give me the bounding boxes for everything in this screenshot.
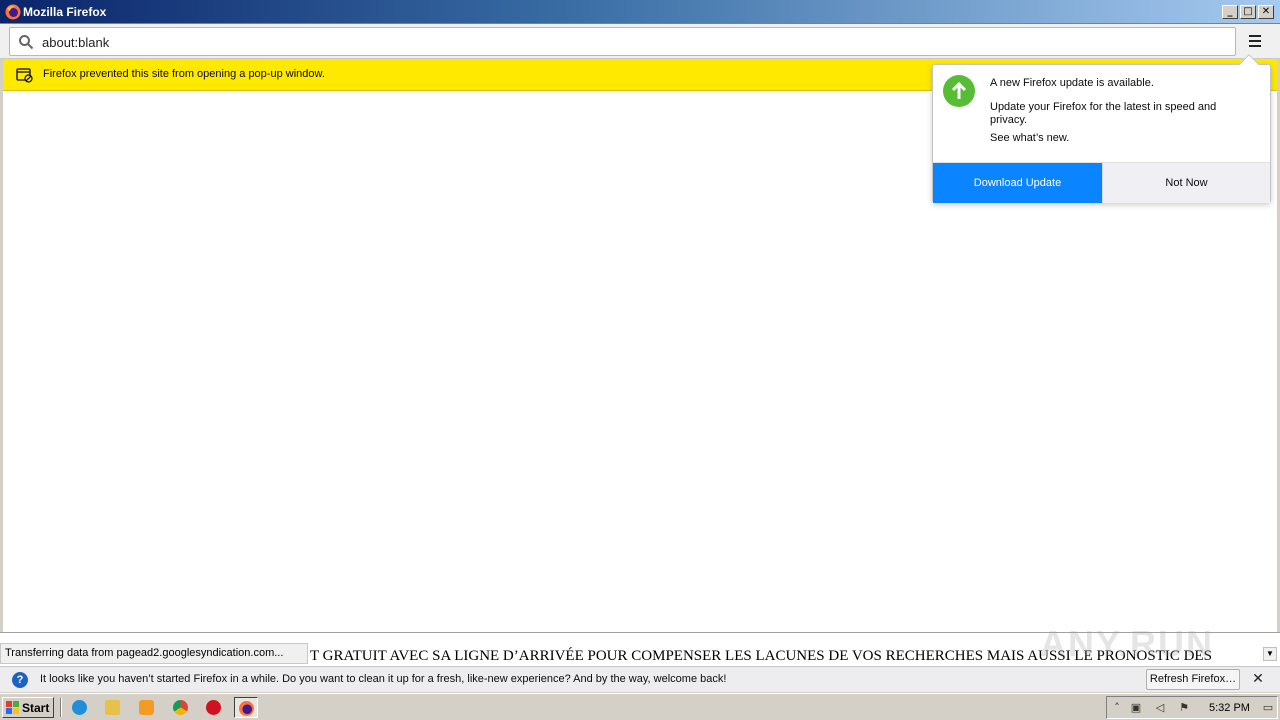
- refresh-firefox-bar: ? It looks like you haven’t started Fire…: [0, 666, 1280, 692]
- explorer-folder-icon[interactable]: [101, 697, 125, 718]
- doorhanger-buttons: Download Update Not Now: [933, 162, 1270, 203]
- action-center-flag-icon[interactable]: ⚑: [1177, 701, 1191, 715]
- window-titlebar: Mozilla Firefox _ □ ✕: [0, 0, 1280, 24]
- volume-icon[interactable]: ◁: [1153, 701, 1167, 715]
- start-label: Start: [22, 701, 50, 715]
- show-hidden-icons-icon[interactable]: ˄: [1110, 701, 1124, 715]
- url-bar[interactable]: [9, 27, 1236, 56]
- chrome-icon[interactable]: [169, 697, 193, 718]
- system-tray: ˄ ▣ ◁ ⚑ 5:32 PM ▭: [1106, 696, 1278, 719]
- update-description: Update your Firefox for the latest in sp…: [990, 101, 1217, 126]
- search-icon: [19, 35, 34, 50]
- refresh-message: It looks like you haven’t started Firefo…: [40, 673, 727, 685]
- popup-blocked-message: Firefox prevented this site from opening…: [43, 68, 325, 80]
- popup-blocked-icon: [16, 68, 33, 83]
- firefox-logo-icon: [5, 4, 21, 20]
- scroll-down-icon[interactable]: ▼: [1263, 647, 1277, 661]
- refresh-firefox-button[interactable]: Refresh Firefox…: [1146, 669, 1240, 690]
- close-button[interactable]: ✕: [1258, 5, 1274, 19]
- navigation-toolbar: [0, 24, 1280, 59]
- minimize-button[interactable]: _: [1222, 5, 1238, 19]
- windows-flag-icon: [6, 701, 19, 714]
- update-doorhanger: A new Firefox update is available. Updat…: [932, 54, 1271, 203]
- media-player-icon[interactable]: [135, 697, 159, 718]
- close-icon[interactable]: ✕: [1250, 671, 1266, 687]
- taskbar: Start ˄ ▣ ◁ ⚑ 5:32 PM ▭: [0, 693, 1280, 720]
- page-bottom-area: T GRATUIT AVEC SA LIGNE D’ARRIVÉE POUR C…: [0, 623, 1280, 666]
- clock[interactable]: 5:32 PM: [1209, 702, 1250, 714]
- download-update-button[interactable]: Download Update: [933, 163, 1102, 203]
- internet-explorer-icon[interactable]: [68, 697, 92, 718]
- whats-new-link[interactable]: See what’s new.: [990, 132, 1069, 144]
- update-title: A new Firefox update is available.: [990, 77, 1154, 89]
- status-panel: Transferring data from pagead2.googlesyn…: [0, 643, 308, 664]
- anyrun-watermark: ANY.RUN: [1040, 623, 1215, 664]
- start-button[interactable]: Start: [2, 697, 54, 718]
- hamburger-menu-icon[interactable]: [1244, 32, 1266, 52]
- not-now-button[interactable]: Not Now: [1102, 163, 1270, 203]
- url-input[interactable]: [42, 32, 1222, 52]
- maximize-button[interactable]: □: [1240, 5, 1256, 19]
- update-arrow-icon: [943, 75, 975, 107]
- taskbar-divider: [60, 698, 62, 717]
- opera-icon[interactable]: [202, 697, 226, 718]
- show-desktop-icon[interactable]: ▭: [1261, 701, 1275, 715]
- window-controls: _ □ ✕: [1222, 5, 1274, 19]
- window-title: Mozilla Firefox: [23, 5, 107, 19]
- network-icon[interactable]: ▣: [1129, 701, 1143, 715]
- firefox-icon[interactable]: [234, 697, 258, 718]
- question-icon: ?: [12, 672, 28, 688]
